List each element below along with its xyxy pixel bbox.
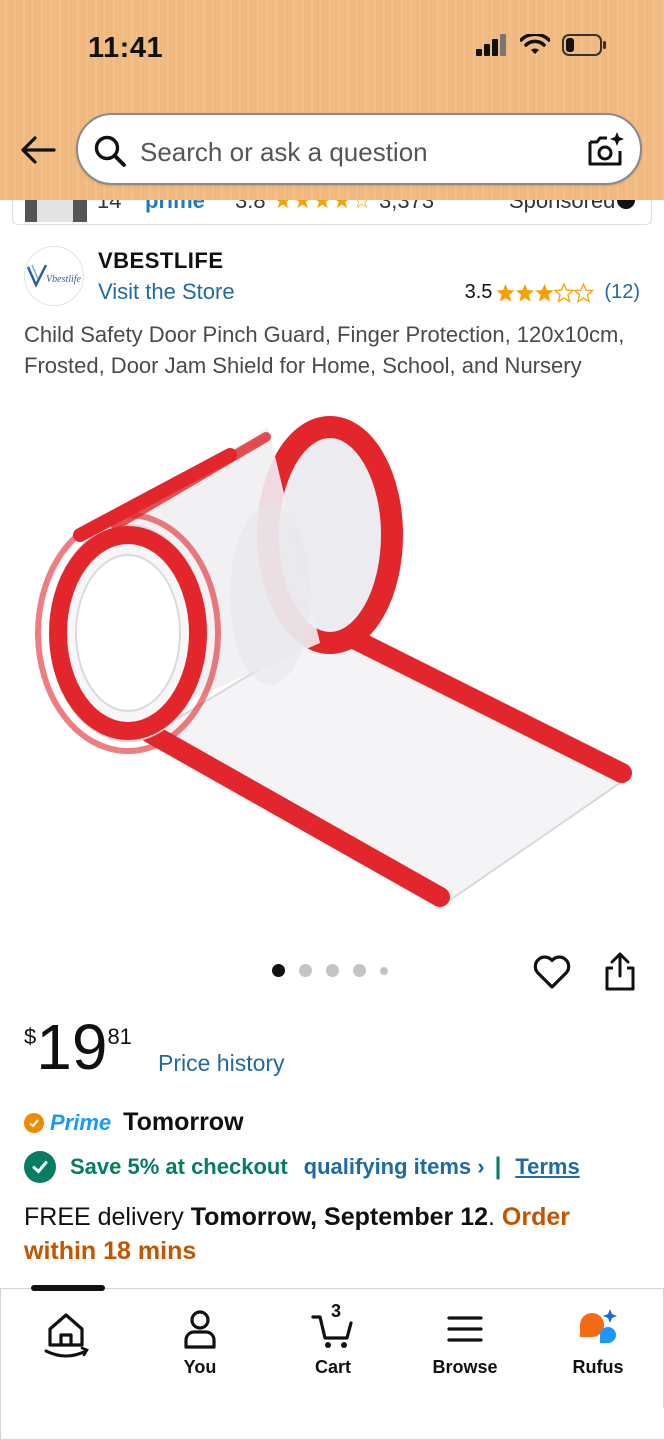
carousel-dots[interactable] [272, 964, 388, 977]
price-whole: 19 [36, 1011, 108, 1083]
rufus-icon [580, 1309, 617, 1343]
stars-icon [496, 282, 594, 302]
carousel-dot[interactable] [299, 964, 312, 977]
logo-text: Vbestlife [46, 274, 82, 285]
home-indicator-area [1, 1408, 664, 1440]
sponsored-label: Sponsored [509, 200, 616, 213]
tab-home[interactable] [17, 1307, 117, 1361]
price: $ 19 81 [24, 1012, 132, 1082]
carousel-dot[interactable] [380, 966, 388, 975]
tab-label-cart: Cart [314, 1357, 351, 1377]
bottom-tab-bar: You 3 Cart Browse Rufus [0, 1285, 664, 1440]
tab-label-you: You [183, 1357, 217, 1377]
product-title: Child Safety Door Pinch Guard, Finger Pr… [24, 322, 625, 378]
prime-delivery: Prime Tomorrow [24, 1108, 244, 1137]
tab-you[interactable]: You [150, 1307, 250, 1378]
active-tab-indicator [31, 1285, 105, 1291]
sponsored-rating: 3.8 [235, 200, 266, 213]
search-bar[interactable]: Search or ask a question [76, 113, 642, 185]
back-button[interactable] [18, 128, 58, 172]
qualifying-items-link[interactable]: qualifying items › [304, 1154, 485, 1180]
store-name: VBESTLIFE [98, 248, 224, 273]
delivery-info: FREE delivery Tomorrow, September 12. Or… [24, 1200, 634, 1268]
arrow-left-icon [21, 136, 56, 164]
heart-icon[interactable] [532, 952, 572, 992]
savings-text: Save 5% at checkout [70, 1154, 288, 1179]
check-circle-icon [24, 1151, 56, 1183]
cart-icon: 3 [311, 1301, 355, 1351]
product-image[interactable] [20, 415, 644, 915]
delivery-date: Tomorrow, September 12 [190, 1203, 489, 1231]
price-fraction: 81 [107, 1024, 132, 1049]
info-icon[interactable] [617, 200, 635, 209]
sponsored-thumbnail [25, 200, 87, 222]
delivery-suffix: . [488, 1203, 502, 1231]
tab-label-browse: Browse [432, 1357, 498, 1377]
separator: | [494, 1153, 502, 1180]
tab-browse[interactable]: Browse [415, 1307, 515, 1378]
wifi-icon [520, 34, 550, 54]
camera-icon[interactable] [586, 130, 626, 170]
rating-count: (12) [604, 281, 640, 303]
sponsored-product-strip[interactable]: 14 prime 3.8 ★★★★☆ 3,373 Sponsored [12, 200, 652, 225]
sponsored-count: 3,373 [379, 200, 435, 213]
tab-label-rufus: Rufus [572, 1357, 624, 1377]
signal-icon [476, 34, 506, 56]
tab-rufus[interactable]: Rufus [548, 1307, 648, 1378]
prime-check-icon [24, 1112, 44, 1133]
sponsored-stars-icon: ★★★★☆ [273, 200, 372, 213]
person-icon [184, 1310, 216, 1349]
visit-store-link[interactable]: Visit the Store [98, 279, 235, 305]
carousel-dot[interactable] [326, 964, 339, 977]
top-header: 11:41 Search or ask a question [0, 0, 664, 200]
prime-day: Tomorrow [123, 1108, 244, 1136]
search-input[interactable]: Search or ask a question [140, 137, 428, 168]
menu-icon [447, 1316, 483, 1342]
delivery-prefix: FREE delivery [24, 1203, 191, 1231]
search-icon [94, 135, 126, 167]
sponsored-prime: prime [145, 200, 205, 213]
cart-count-badge: 3 [331, 1301, 342, 1321]
price-symbol: $ [24, 1024, 37, 1049]
tab-cart[interactable]: 3 Cart [283, 1301, 383, 1378]
battery-icon [562, 34, 606, 56]
share-icon[interactable] [602, 952, 638, 992]
sponsored-text-a: 14 [97, 200, 122, 213]
status-icons [476, 34, 608, 56]
home-icon [44, 1313, 89, 1358]
status-time: 11:41 [88, 32, 164, 64]
savings-row: Save 5% at checkout qualifying items › |… [24, 1151, 580, 1183]
terms-link[interactable]: Terms [515, 1154, 579, 1180]
price-history-link[interactable]: Price history [158, 1050, 285, 1077]
rating-value: 3.5 [464, 281, 493, 303]
carousel-dot[interactable] [353, 964, 366, 977]
vbestlife-logo-icon: Vbestlife [26, 264, 82, 288]
rating-summary[interactable]: 3.5 (12) [465, 281, 640, 304]
carousel-dot[interactable] [272, 964, 285, 977]
store-logo[interactable]: Vbestlife [24, 246, 84, 306]
prime-label: Prime [50, 1109, 112, 1135]
